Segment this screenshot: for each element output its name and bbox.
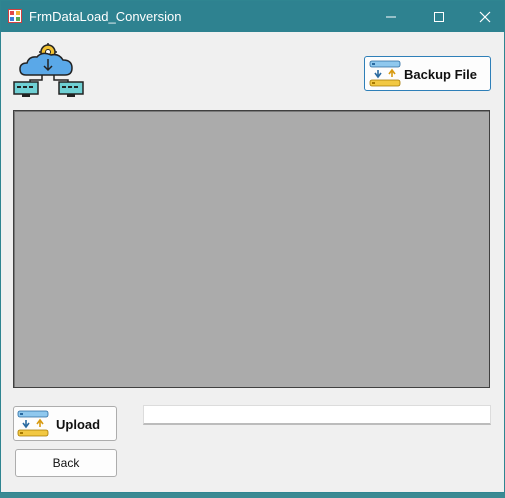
desktop-background [0, 493, 505, 498]
window-title: FrmDataLoad_Conversion [29, 9, 182, 24]
database-transfer-icon [17, 410, 49, 437]
maximize-button[interactable] [416, 1, 462, 32]
database-transfer-icon [369, 60, 401, 87]
back-label: Back [52, 456, 80, 470]
minimize-icon [386, 16, 396, 17]
back-button[interactable]: Back [15, 449, 117, 477]
minimize-button[interactable] [368, 1, 414, 32]
main-window: FrmDataLoad_Conversion Backup File Uploa… [0, 0, 505, 493]
cloud-network-icon [13, 43, 84, 97]
data-grid[interactable] [13, 110, 490, 388]
upload-button[interactable]: Upload [13, 406, 117, 441]
progress-bar [143, 405, 491, 425]
close-button[interactable] [462, 1, 505, 32]
close-icon [479, 11, 491, 22]
app-icon [8, 9, 22, 23]
maximize-icon [434, 11, 444, 22]
backup-file-button[interactable]: Backup File [364, 56, 491, 91]
title-bar[interactable]: FrmDataLoad_Conversion [1, 1, 504, 32]
upload-label: Upload [56, 417, 101, 432]
backup-file-label: Backup File [404, 67, 477, 82]
